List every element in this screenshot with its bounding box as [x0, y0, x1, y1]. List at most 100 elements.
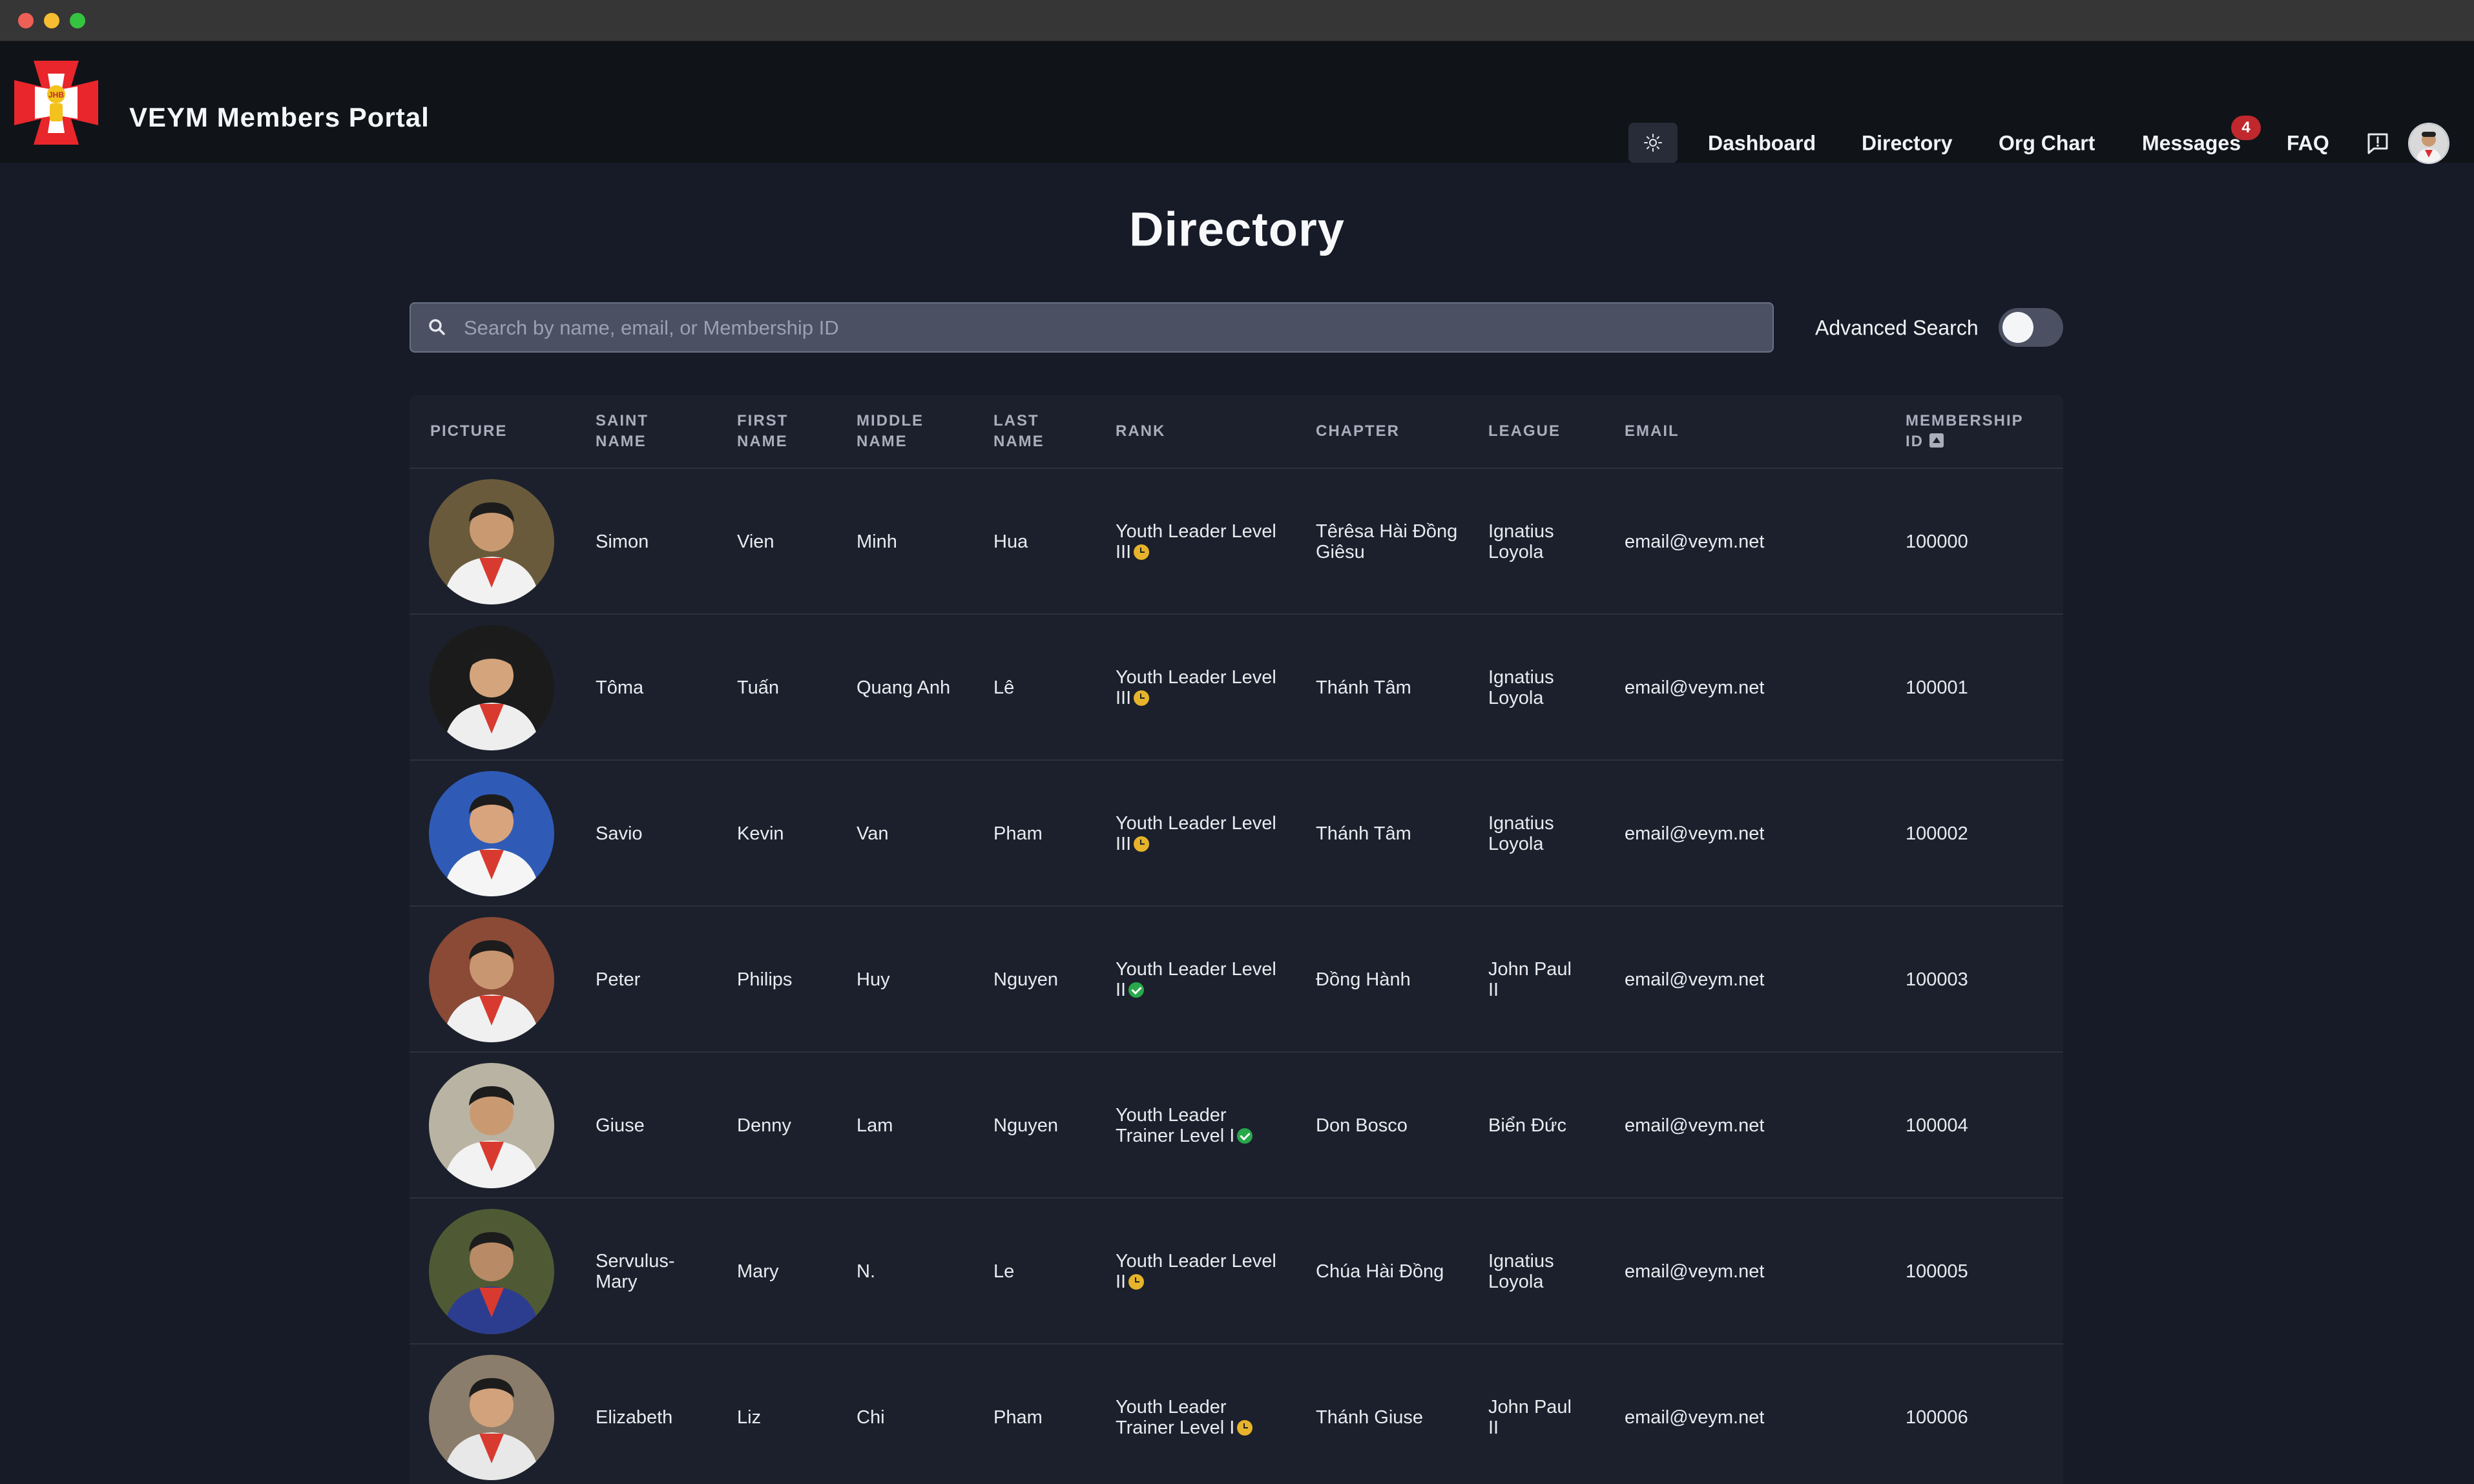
search-input[interactable]	[463, 304, 1751, 353]
cell-league-text: Biển Đức	[1488, 1115, 1566, 1136]
nav-messages[interactable]: Messages	[2142, 132, 2241, 156]
cell-membership-id-text: 100000	[1906, 531, 1968, 552]
cell-email-text: email@veym.net	[1625, 969, 1765, 990]
cell-email[interactable]: email@veym.net	[1625, 1261, 1818, 1282]
cell-saint-name: Giuse	[596, 1115, 692, 1136]
close-window-button[interactable]	[18, 13, 34, 28]
cell-saint-name: Peter	[596, 969, 692, 990]
cell-chapter-text: Thánh Giuse	[1316, 1407, 1424, 1428]
maximize-window-button[interactable]	[70, 13, 85, 28]
table-row[interactable]: Giuse Denny Lam Nguyen Youth Leader Trainer …	[410, 1053, 2063, 1199]
cell-chapter-text: Don Bosco	[1316, 1115, 1408, 1136]
cell-league: John Paul II	[1488, 1397, 1585, 1438]
minimize-window-button[interactable]	[44, 13, 59, 28]
cell-last-name-text: Lê	[993, 677, 1015, 698]
member-picture[interactable]	[429, 479, 554, 604]
cell-rank: Youth Leader Level II	[1116, 959, 1287, 1000]
advanced-search-toggle[interactable]	[1999, 308, 2063, 347]
search-box[interactable]	[410, 302, 1774, 353]
cell-league-text: John Paul II	[1488, 1397, 1572, 1438]
cell-first-name: Tuấn	[737, 677, 847, 698]
cell-membership-id-text: 100004	[1906, 1115, 1968, 1136]
cell-league: John Paul II	[1488, 959, 1585, 1000]
pending-clock-icon	[1128, 1274, 1145, 1290]
cell-email[interactable]: email@veym.net	[1625, 531, 1818, 552]
window-titlebar	[0, 0, 2474, 41]
cell-last-name: Pham	[993, 823, 1110, 844]
header-saint-name[interactable]: SAINT NAME	[596, 411, 667, 452]
veym-logo[interactable]: JHB	[14, 61, 98, 145]
nav-directory[interactable]: Directory	[1862, 132, 1953, 156]
cell-membership-id: 100001	[1906, 677, 2035, 698]
cell-league-text: Ignatius Loyola	[1488, 1251, 1554, 1292]
directory-table: PICTURE SAINT NAME FIRST NAME MIDDLE NAM…	[410, 395, 2063, 1484]
table-row[interactable]: Savio Kevin Van Pham Youth Leader Level III T…	[410, 761, 2063, 907]
nav-org-chart[interactable]: Org Chart	[1999, 132, 2095, 156]
table-row[interactable]: Simon Vien Minh Hua Youth Leader Level III Tê…	[410, 469, 2063, 615]
cell-middle-name-text: N.	[857, 1261, 875, 1282]
header-middle-name[interactable]: MIDDLE NAME	[857, 411, 934, 452]
cell-middle-name: Quang Anh	[857, 677, 986, 698]
cell-saint-name-text: Simon	[596, 531, 649, 552]
messages-badge: 4	[2231, 116, 2261, 140]
advanced-search-label: Advanced Search	[1815, 316, 1979, 340]
header-rank[interactable]: RANK	[1116, 421, 1165, 442]
member-picture[interactable]	[429, 917, 554, 1042]
cell-rank-text: Youth Leader Trainer Level I	[1116, 1105, 1235, 1146]
cell-league-text: Ignatius Loyola	[1488, 521, 1554, 562]
cell-email-text: email@veym.net	[1625, 677, 1765, 698]
cell-last-name: Lê	[993, 677, 1110, 698]
cell-saint-name: Servulus-Mary	[596, 1251, 692, 1292]
cell-middle-name-text: Minh	[857, 531, 897, 552]
feedback-icon[interactable]	[2366, 132, 2389, 155]
cell-rank-text: Youth Leader Trainer Level I	[1116, 1397, 1235, 1438]
cell-middle-name: Minh	[857, 531, 986, 552]
header-league[interactable]: LEAGUE	[1488, 421, 1561, 442]
cell-chapter-text: Đồng Hành	[1316, 969, 1411, 990]
cell-rank: Youth Leader Level II	[1116, 1251, 1287, 1292]
toggle-knob	[2002, 312, 2033, 343]
cell-email-text: email@veym.net	[1625, 1407, 1765, 1428]
user-avatar[interactable]	[2408, 123, 2449, 164]
header-membership-id[interactable]: MEMBERSHIP ID	[1906, 411, 2041, 452]
cell-membership-id: 100002	[1906, 823, 2035, 844]
header-chapter[interactable]: CHAPTER	[1316, 421, 1400, 442]
cell-email[interactable]: email@veym.net	[1625, 1115, 1818, 1136]
cell-email[interactable]: email@veym.net	[1625, 969, 1818, 990]
verified-check-icon	[1237, 1128, 1253, 1144]
cell-league-text: John Paul II	[1488, 959, 1572, 1000]
cell-email[interactable]: email@veym.net	[1625, 677, 1818, 698]
member-picture[interactable]	[429, 625, 554, 750]
table-row[interactable]: Servulus-Mary Mary N. Le Youth Leader Level …	[410, 1199, 2063, 1345]
cell-first-name: Kevin	[737, 823, 847, 844]
cell-league: Ignatius Loyola	[1488, 1251, 1585, 1292]
cell-first-name: Liz	[737, 1407, 847, 1428]
theme-toggle-button[interactable]	[1628, 123, 1678, 163]
member-picture[interactable]	[429, 1209, 554, 1334]
header-email[interactable]: EMAIL	[1625, 421, 1679, 442]
cell-last-name: Pham	[993, 1407, 1110, 1428]
app-title[interactable]: VEYM Members Portal	[129, 102, 430, 133]
member-picture[interactable]	[429, 1355, 554, 1480]
member-picture[interactable]	[429, 771, 554, 896]
header-last-name[interactable]: LAST NAME	[993, 411, 1065, 452]
table-row[interactable]: Tôma Tuấn Quang Anh Lê Youth Leader Level II…	[410, 615, 2063, 761]
header-first-name[interactable]: FIRST NAME	[737, 411, 808, 452]
member-picture[interactable]	[429, 1063, 554, 1188]
cell-first-name-text: Kevin	[737, 823, 784, 844]
sort-ascending-icon[interactable]	[1929, 433, 1944, 448]
table-row[interactable]: Elizabeth Liz Chi Pham Youth Leader Trainer …	[410, 1345, 2063, 1484]
cell-last-name-text: Le	[993, 1261, 1015, 1282]
table-row[interactable]: Peter Philips Huy Nguyen Youth Leader Level …	[410, 907, 2063, 1053]
nav-faq[interactable]: FAQ	[2287, 132, 2329, 156]
cell-last-name-text: Hua	[993, 531, 1028, 552]
cell-email[interactable]: email@veym.net	[1625, 823, 1818, 844]
header-membership-id-label: MEMBERSHIP ID	[1906, 412, 2024, 450]
nav-dashboard[interactable]: Dashboard	[1708, 132, 1816, 156]
cell-middle-name-text: Van	[857, 823, 889, 844]
cell-membership-id: 100000	[1906, 531, 2035, 552]
cell-membership-id-text: 100006	[1906, 1407, 1968, 1428]
cell-email[interactable]: email@veym.net	[1625, 1407, 1818, 1428]
cell-last-name: Nguyen	[993, 969, 1110, 990]
cell-saint-name-text: Peter	[596, 969, 641, 990]
